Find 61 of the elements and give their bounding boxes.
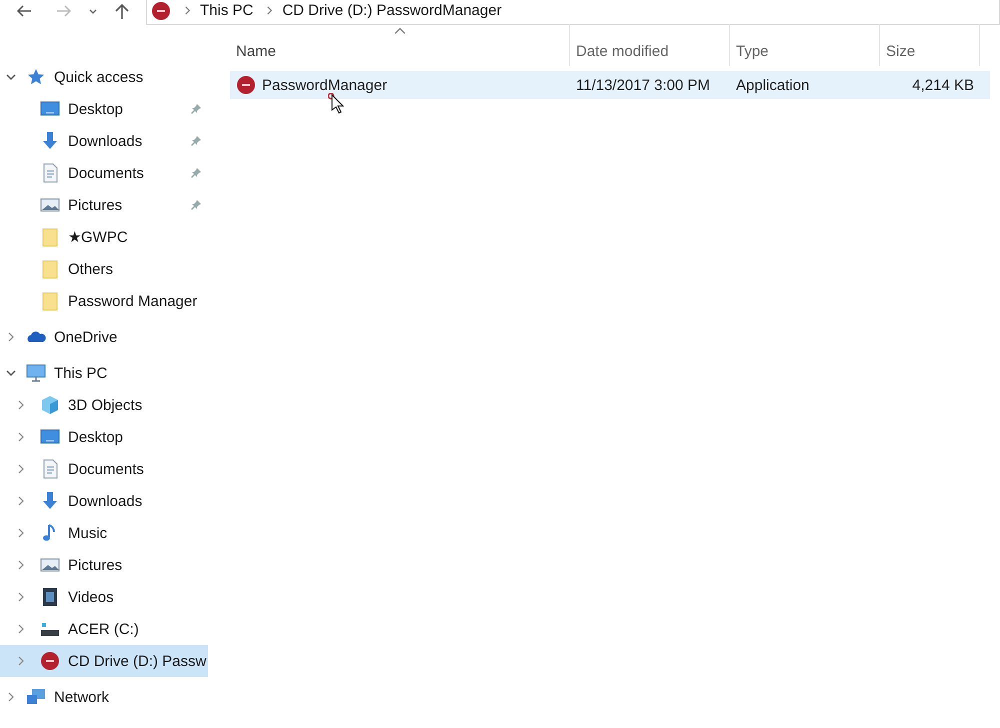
nav-pane-item[interactable]: Music: [0, 517, 208, 549]
star-icon: [26, 67, 46, 87]
app-logo-icon: [151, 0, 171, 20]
folder-icon: [40, 227, 60, 247]
folder-icon: [40, 259, 60, 279]
app-logo-icon: [40, 651, 60, 671]
nav-pane-item[interactable]: OneDrive: [0, 321, 208, 353]
nav-pane-item[interactable]: Network: [0, 681, 208, 713]
nav-pane-item[interactable]: ★GWPC: [0, 221, 208, 253]
nav-pane-item[interactable]: Desktop: [0, 421, 208, 453]
nav-pane-item[interactable]: CD Drive (D:) Passw: [0, 645, 208, 677]
expand-chevron-icon[interactable]: [6, 692, 16, 702]
nav-pane-item[interactable]: Downloads: [0, 485, 208, 517]
date-cell: 11/13/2017 3:00 PM: [576, 76, 710, 94]
app-logo-icon: [236, 75, 256, 95]
cube-icon: [40, 395, 60, 415]
collapse-chevron-icon[interactable]: [6, 72, 16, 82]
expand-chevron-icon[interactable]: [16, 496, 26, 506]
expand-chevron-icon[interactable]: [16, 624, 26, 634]
nav-pane-item[interactable]: Others: [0, 253, 208, 285]
column-header[interactable]: Size: [880, 24, 980, 66]
breadcrumb-chevron-icon[interactable]: [183, 6, 192, 15]
film-icon: [40, 587, 60, 607]
nav-pane-item[interactable]: Downloads: [0, 125, 208, 157]
expand-chevron-icon[interactable]: [16, 560, 26, 570]
nav-pane-item[interactable]: ACER (C:): [0, 613, 208, 645]
expand-chevron-icon[interactable]: [16, 400, 26, 410]
mouse-cursor-icon: [328, 93, 344, 115]
nav-pane-item[interactable]: Quick access: [0, 61, 208, 93]
breadcrumb[interactable]: CD Drive (D:) PasswordManager: [282, 2, 502, 19]
type-cell: Application: [736, 76, 810, 94]
expand-chevron-icon[interactable]: [6, 332, 16, 342]
collapse-chevron-icon[interactable]: [6, 368, 16, 378]
nav-pane-item[interactable]: Password Manager: [0, 285, 208, 317]
nav-pane-item[interactable]: This PC: [0, 357, 208, 389]
expand-chevron-icon[interactable]: [16, 528, 26, 538]
expand-chevron-icon[interactable]: [16, 432, 26, 442]
column-header[interactable]: Name: [230, 24, 570, 66]
nav-pane-item[interactable]: 3D Objects: [0, 389, 208, 421]
expand-chevron-icon[interactable]: [16, 464, 26, 474]
network-icon: [26, 687, 46, 707]
breadcrumb[interactable]: This PC: [200, 2, 254, 19]
folder-icon: [40, 291, 60, 311]
nav-pane-item[interactable]: Desktop: [0, 93, 208, 125]
download-arrow-icon: [40, 131, 60, 151]
file-name: PasswordManager: [262, 76, 388, 94]
breadcrumb-chevron-icon[interactable]: [265, 6, 274, 15]
expand-chevron-icon[interactable]: [16, 592, 26, 602]
nav-pane-item[interactable]: Videos: [0, 581, 208, 613]
download-arrow-icon: [40, 491, 60, 511]
expand-chevron-icon[interactable]: [16, 656, 26, 666]
computer-icon: [26, 363, 46, 383]
nav-pane-item[interactable]: Pictures: [0, 189, 208, 221]
sort-caret-icon: [394, 27, 406, 35]
size-cell: 4,214 KB: [912, 76, 974, 94]
column-header[interactable]: Date modified: [570, 24, 730, 66]
nav-pane-item[interactable]: Documents: [0, 453, 208, 485]
nav-pane-item[interactable]: Pictures: [0, 549, 208, 581]
address-bar[interactable]: This PC CD Drive (D:) PasswordManager: [146, 0, 1000, 24]
column-header[interactable]: Type: [730, 24, 880, 66]
nav-pane-item[interactable]: Documents: [0, 157, 208, 189]
